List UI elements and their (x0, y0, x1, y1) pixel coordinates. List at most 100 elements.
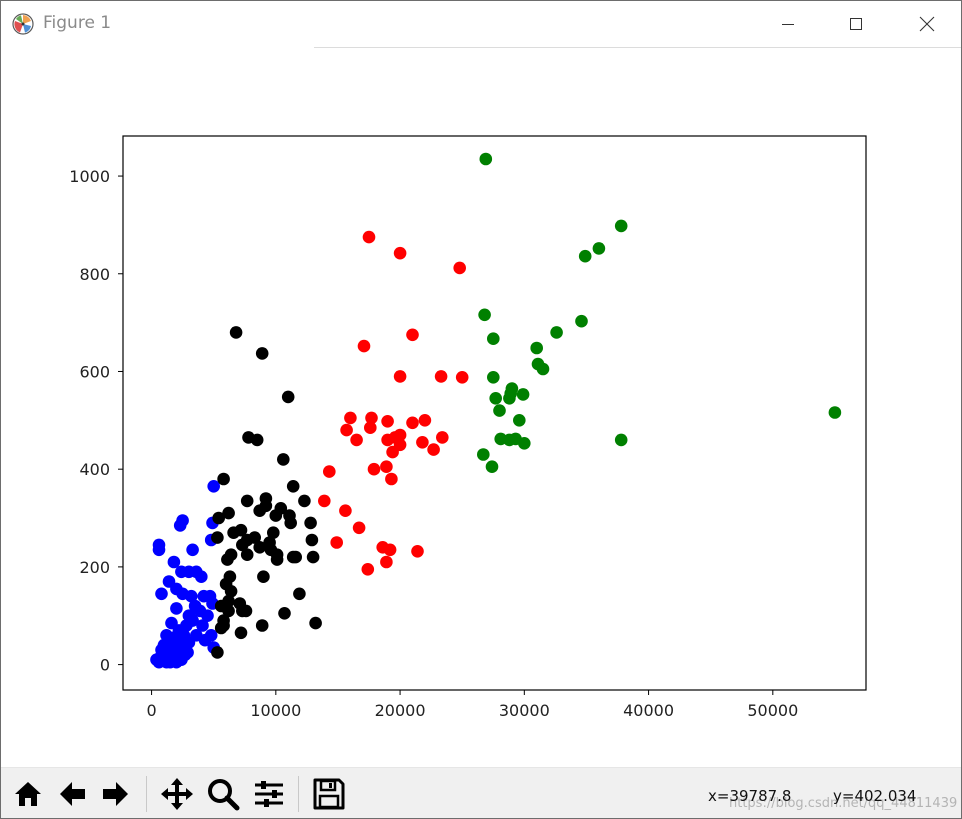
scatter-point (214, 621, 228, 635)
scatter-point (186, 543, 199, 557)
scatter-point (477, 448, 490, 461)
close-icon (919, 16, 935, 32)
pan-button[interactable] (159, 776, 195, 812)
scatter-point (530, 341, 543, 355)
scatter-point (278, 607, 291, 620)
figure-canvas[interactable]: 0 10000 20000 30000 40000 50000 0 200 400 600 800 1… (1, 48, 961, 766)
scatter-point (385, 472, 398, 486)
scatter-point (487, 332, 500, 346)
maximize-icon (850, 18, 862, 30)
scatter-point (250, 433, 264, 447)
scatter-point (362, 230, 376, 244)
scatter-point (383, 543, 397, 557)
scatter-point (393, 370, 407, 383)
x-tick-label: 10000 (250, 701, 301, 720)
scatter-point (227, 526, 240, 539)
maximize-button[interactable] (828, 1, 884, 47)
scatter-point (340, 423, 353, 437)
scatter-point (286, 550, 300, 564)
scatter-point (211, 646, 224, 659)
scatter-point (357, 339, 371, 353)
scatter-point (255, 619, 269, 632)
scatter-point (550, 326, 563, 339)
scatter-point (281, 390, 295, 404)
configure-subplots-button[interactable] (251, 776, 287, 812)
scatter-point (240, 548, 254, 561)
scatter-point (393, 246, 407, 260)
scatter-point (614, 433, 628, 447)
scatter-point (478, 308, 491, 322)
figure-window: Figure 1 0 10000 20000 30000 40000 50000 0 200 4… (0, 0, 962, 819)
scatter-point (575, 314, 588, 328)
scatter-point (270, 553, 284, 566)
scatter-point (221, 553, 234, 566)
y-tick-label: 200 (79, 558, 110, 577)
scatter-point (173, 519, 187, 532)
scatter-point (155, 587, 168, 601)
navigation-toolbar: https://blog.csdn.net/qq_44811439 x=3978… (1, 767, 961, 818)
window-title: Figure 1 (43, 13, 112, 33)
home-button[interactable] (10, 776, 46, 812)
y-tick-label: 400 (79, 460, 110, 479)
scatter-point (503, 392, 516, 405)
scatter-point (339, 504, 352, 517)
y-coordinate-readout: y=402.034 (833, 787, 917, 805)
scatter-point (240, 494, 254, 508)
scatter-chart[interactable]: 0 10000 20000 30000 40000 50000 0 200 400 600 800 1… (1, 48, 961, 766)
title-bar[interactable]: Figure 1 (1, 1, 961, 47)
scatter-point (361, 563, 375, 576)
home-icon (15, 782, 41, 806)
matplotlib-logo-icon (12, 13, 34, 35)
scatter-point (211, 531, 224, 544)
scatter-point (284, 516, 298, 530)
scatter-point (427, 443, 440, 456)
forward-button[interactable] (98, 776, 134, 812)
x-tick-label: 40000 (623, 701, 674, 720)
x-tick-label: 50000 (747, 701, 798, 720)
x-tick-label: 0 (146, 701, 156, 720)
close-button[interactable] (899, 1, 955, 47)
scatter-point (234, 626, 248, 640)
save-icon (313, 778, 345, 810)
scatter-point (277, 453, 290, 466)
arrow-left-icon (60, 782, 85, 806)
y-tick-label: 1000 (69, 167, 110, 186)
save-button[interactable] (311, 776, 347, 812)
x-tick-label: 20000 (375, 701, 426, 720)
scatter-point (489, 392, 503, 405)
y-tick-label: 800 (79, 265, 110, 284)
scatter-point (479, 152, 493, 166)
scatter-point (513, 414, 526, 427)
scatter-point (828, 406, 842, 419)
scatter-point (380, 555, 393, 569)
scatter-point (253, 504, 266, 517)
toolbar-separator (298, 776, 299, 812)
scatter-point (367, 462, 381, 476)
scatter-point (386, 445, 399, 459)
scatter-point (255, 347, 269, 360)
minimize-icon (782, 24, 794, 25)
arrow-right-icon (103, 782, 128, 806)
scatter-point (487, 371, 500, 384)
scatter-point (178, 648, 192, 662)
scatter-point (411, 545, 424, 558)
scatter-point (536, 362, 550, 376)
scatter-point (217, 472, 230, 486)
scatter-point (453, 261, 467, 275)
move-icon (161, 778, 193, 810)
scatter-point (305, 533, 319, 547)
scatter-point (253, 541, 266, 554)
scatter-point (518, 437, 531, 450)
scatter-point (436, 431, 449, 444)
scatter-point (614, 219, 628, 233)
scatter-point (330, 536, 344, 549)
y-tick-label: 600 (79, 362, 110, 381)
scatter-point (286, 480, 300, 493)
scatter-point (406, 328, 419, 342)
scatter-point (309, 616, 322, 630)
scatter-point (455, 371, 469, 384)
minimize-button[interactable] (760, 1, 816, 47)
zoom-button[interactable] (205, 776, 241, 812)
back-button[interactable] (54, 776, 90, 812)
scatter-point (257, 570, 270, 583)
